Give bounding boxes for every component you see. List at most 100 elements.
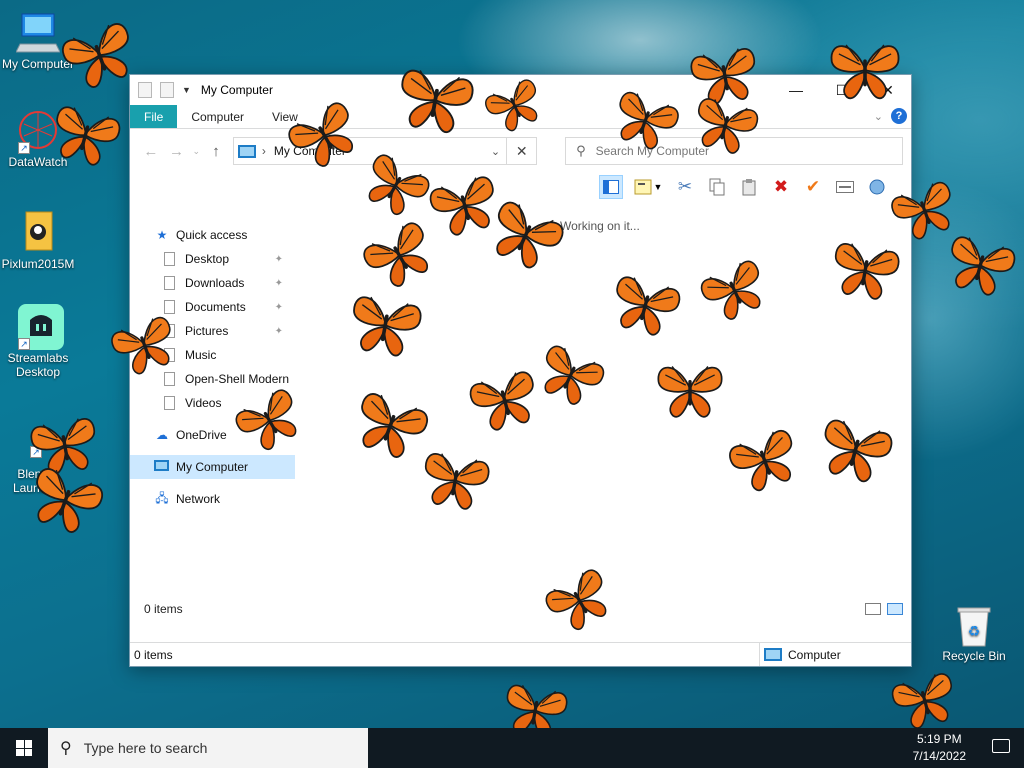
pin-icon: ✦ (274, 301, 283, 313)
butterfly-icon (934, 223, 1024, 311)
views-button[interactable]: ▼ (631, 175, 665, 199)
nav-item-network[interactable]: 🖧 Network (130, 487, 295, 511)
nav-label: Quick access (176, 228, 248, 242)
address-bar[interactable]: › My Computer ⌄ (232, 137, 508, 165)
maximize-button[interactable]: ☐ (819, 75, 865, 105)
computer-icon (15, 10, 61, 54)
recycle-bin-icon: ♻ (952, 602, 996, 647)
nav-item-pictures[interactable]: Pictures ✦ (130, 319, 295, 343)
tab-computer[interactable]: Computer (177, 105, 258, 128)
new-folder-icon[interactable] (160, 82, 174, 98)
nav-item-open-shell[interactable]: Open-Shell Modern (130, 367, 295, 391)
folder-icon (164, 396, 175, 410)
paste-icon[interactable] (737, 175, 761, 199)
loading-text: Working on it... (560, 219, 640, 233)
address-dropdown-icon[interactable]: ⌄ (484, 145, 506, 158)
desktop-icon-my-computer[interactable]: My Computer (0, 10, 76, 71)
desktop-icon-recycle-bin[interactable]: ♻ Recycle Bin (936, 602, 1012, 663)
computer-icon (764, 648, 782, 661)
breadcrumb-separator-icon[interactable]: › (262, 144, 266, 158)
folder-icon (164, 300, 175, 314)
pin-icon: ✦ (274, 325, 283, 337)
tab-view[interactable]: View (258, 105, 312, 128)
details-status: 0 items (130, 596, 911, 622)
back-button[interactable]: ← (138, 143, 164, 160)
desktop-icon-pixlum[interactable]: Pixlum2015M (0, 210, 76, 271)
large-icons-view-icon[interactable] (887, 603, 903, 615)
computer-icon (154, 460, 170, 474)
nav-item-my-computer[interactable]: My Computer (130, 455, 295, 479)
nav-item-videos[interactable]: Videos (130, 391, 295, 415)
address-row: ← → ⌄ ↑ › My Computer ⌄ ✕ ⚲ Search My Co… (130, 129, 911, 173)
window-title: My Computer (200, 83, 273, 97)
properties-icon[interactable] (138, 82, 152, 98)
folder-icon (164, 276, 175, 290)
desktop-icon-label: Pixlum2015M (1, 257, 75, 271)
streamlabs-icon: ↗ (16, 304, 64, 350)
nav-item-documents[interactable]: Documents ✦ (130, 295, 295, 319)
taskbar-search-box[interactable]: ⚲ Type here to search (48, 728, 368, 768)
help-icon[interactable]: ? (891, 108, 907, 124)
datawatch-icon: ↗ (16, 108, 60, 154)
taskbar-search-placeholder: Type here to search (83, 740, 208, 756)
desktop-icon-label: My Computer (1, 57, 75, 71)
folder-icon (164, 372, 175, 386)
up-button[interactable]: ↑ (203, 143, 229, 160)
clock-date: 7/14/2022 (912, 749, 966, 763)
search-box[interactable]: ⚲ Search My Computer (565, 137, 903, 165)
nav-label: My Computer (176, 460, 249, 474)
explorer-window[interactable]: ▼ My Computer — ☐ ✕ File Computer View ⌄… (129, 74, 912, 667)
status-item-count: 0 items (130, 643, 760, 666)
properties-icon[interactable] (833, 175, 857, 199)
search-icon: ⚲ (576, 143, 586, 158)
navigation-pane-button[interactable] (599, 175, 623, 199)
nav-label: OneDrive (176, 428, 227, 442)
desktop-icon-blender[interactable]: ↗ Blender Launcher (0, 420, 76, 495)
nav-label: Network (176, 492, 221, 506)
cloud-icon: ☁ (156, 428, 168, 442)
forward-button[interactable]: → (164, 143, 190, 160)
search-icon: ⚲ (60, 740, 72, 757)
expand-ribbon-icon[interactable]: ⌄ (874, 110, 883, 123)
desktop-icon-datawatch[interactable]: ↗ DataWatch (0, 108, 76, 169)
pin-icon: ✦ (274, 253, 283, 265)
item-count: 0 items (144, 602, 183, 616)
navigation-pane: ★ Quick access Desktop ✦ Downloads ✦ Doc… (130, 203, 295, 622)
nav-item-downloads[interactable]: Downloads ✦ (130, 271, 295, 295)
clear-address-button[interactable]: ✕ (507, 137, 538, 165)
network-drive-icon[interactable] (865, 175, 889, 199)
rename-icon[interactable]: ✔ (801, 175, 825, 199)
nav-item-desktop[interactable]: Desktop ✦ (130, 247, 295, 271)
nav-item-onedrive[interactable]: ☁ OneDrive (130, 423, 295, 447)
copy-icon[interactable] (705, 175, 729, 199)
quick-access-dropdown-icon[interactable]: ▼ (182, 85, 191, 95)
ribbon-tabs: File Computer View ⌄ ? (130, 105, 911, 129)
desktop-icon-streamlabs[interactable]: ↗ Streamlabs Desktop (0, 304, 76, 379)
system-clock[interactable]: 5:19 PM 7/14/2022 (913, 731, 966, 765)
nav-item-quick-access[interactable]: ★ Quick access (130, 223, 295, 247)
delete-icon[interactable]: ✖ (769, 175, 793, 199)
app-icon: ↗ (16, 420, 60, 464)
start-button[interactable] (0, 728, 48, 768)
recent-dropdown-button[interactable]: ⌄ (189, 146, 203, 157)
nav-label: Open-Shell Modern (185, 372, 290, 386)
clock-time: 5:19 PM (916, 732, 962, 746)
title-bar[interactable]: ▼ My Computer — ☐ ✕ (130, 75, 911, 105)
computer-icon (237, 144, 256, 158)
nav-label: Videos (185, 396, 222, 410)
nav-label: Desktop (185, 252, 230, 266)
minimize-button[interactable]: — (773, 75, 819, 105)
nav-item-music[interactable]: Music (130, 343, 295, 367)
desktop-icon-label: DataWatch (8, 155, 68, 169)
details-view-icon[interactable] (865, 603, 881, 615)
address-text: My Computer (273, 144, 346, 158)
close-button[interactable]: ✕ (865, 75, 911, 105)
star-icon: ★ (156, 228, 168, 242)
notification-icon[interactable] (992, 739, 1010, 753)
tab-file[interactable]: File (130, 105, 178, 128)
cut-icon[interactable]: ✂ (673, 175, 697, 199)
folder-icon (164, 252, 175, 266)
taskbar: ⚲ Type here to search 5:19 PM 7/14/2022 (0, 728, 1024, 768)
file-list-area[interactable]: Working on it... (295, 203, 911, 622)
classic-toolbar: ▼ ✂ ✖ ✔ (130, 173, 911, 201)
